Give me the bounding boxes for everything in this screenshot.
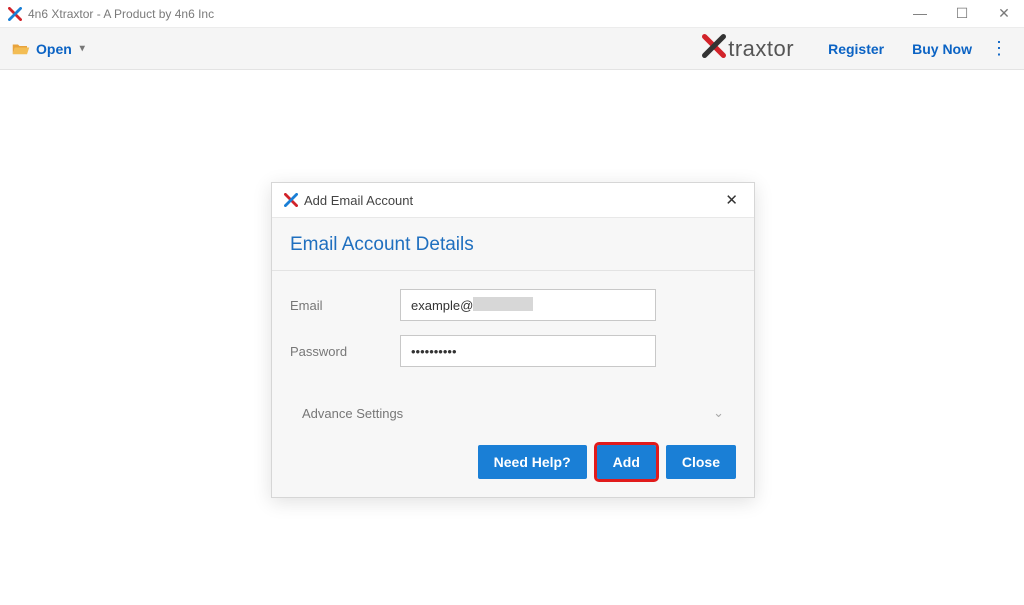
advance-settings-label: Advance Settings: [302, 406, 403, 421]
password-row: Password: [290, 335, 736, 367]
dialog-header: Add Email Account ✕: [272, 183, 754, 218]
brand-logo: traxtor: [702, 34, 794, 64]
add-button[interactable]: Add: [597, 445, 656, 479]
dialog-title: Add Email Account: [304, 193, 721, 208]
open-button-label: Open: [36, 41, 72, 57]
form-area: Email Password: [272, 271, 754, 391]
more-menu-icon[interactable]: ⋮: [986, 38, 1012, 59]
open-button[interactable]: Open ▾: [12, 41, 85, 57]
brand-x-icon: [702, 34, 726, 64]
dialog-footer: Need Help? Add Close: [272, 439, 754, 497]
dialog-body: Email Account Details Email Password Adv…: [272, 218, 754, 497]
window-titlebar: 4n6 Xtraxtor - A Product by 4n6 Inc — ☐ …: [0, 0, 1024, 28]
folder-open-icon: [12, 42, 30, 56]
advance-settings-toggle[interactable]: Advance Settings ⌄: [272, 391, 754, 439]
window-controls: — ☐ ✕: [908, 5, 1016, 22]
need-help-button[interactable]: Need Help?: [478, 445, 587, 479]
caret-down-icon: ▾: [80, 43, 85, 54]
email-field[interactable]: [400, 289, 656, 321]
dialog-close-button[interactable]: ✕: [721, 191, 742, 209]
window-title: 4n6 Xtraxtor - A Product by 4n6 Inc: [28, 7, 908, 21]
dialog-x-icon: [284, 193, 298, 207]
email-label: Email: [290, 298, 400, 313]
app-x-icon: [8, 7, 22, 21]
password-label: Password: [290, 344, 400, 359]
section-title: Email Account Details: [272, 218, 754, 271]
close-window-button[interactable]: ✕: [992, 5, 1016, 22]
add-email-account-dialog: Add Email Account ✕ Email Account Detail…: [271, 182, 755, 498]
minimize-button[interactable]: —: [908, 5, 932, 22]
buy-now-link[interactable]: Buy Now: [912, 41, 972, 57]
register-link[interactable]: Register: [828, 41, 884, 57]
maximize-button[interactable]: ☐: [950, 5, 974, 22]
close-button[interactable]: Close: [666, 445, 736, 479]
chevron-down-icon: ⌄: [713, 405, 724, 421]
email-input-wrap: [400, 289, 656, 321]
email-row: Email: [290, 289, 736, 321]
brand-text: traxtor: [728, 36, 794, 62]
main-toolbar: Open ▾ traxtor Register Buy Now ⋮: [0, 28, 1024, 70]
password-field[interactable]: [400, 335, 656, 367]
